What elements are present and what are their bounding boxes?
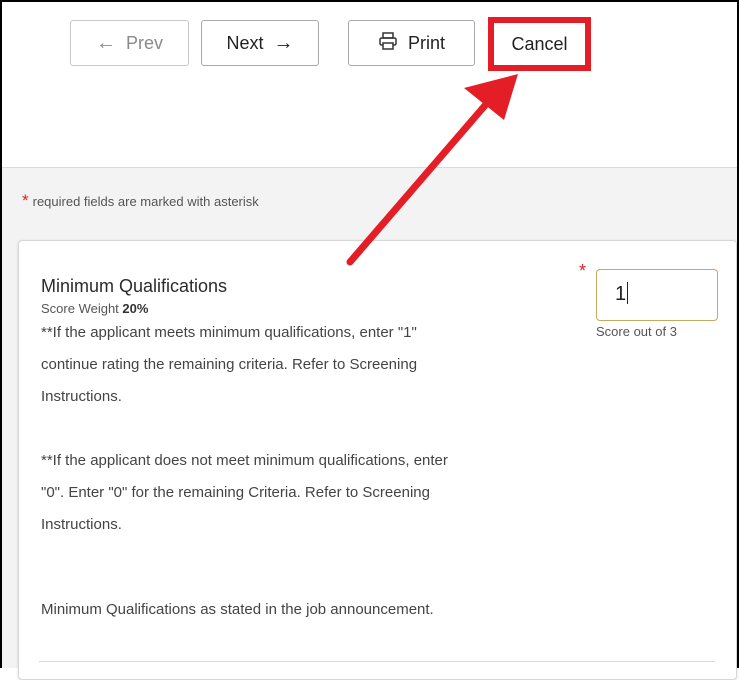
print-button[interactable]: Print	[348, 20, 475, 66]
score-weight-label: Score Weight	[41, 301, 119, 316]
required-asterisk: *	[22, 191, 29, 210]
score-required-asterisk: *	[579, 261, 587, 281]
instruction-not-meets: **If the applicant does not meet minimum…	[41, 452, 448, 533]
prev-button-label: Prev	[125, 32, 163, 53]
print-button-label: Print	[407, 32, 445, 53]
card-bottom-divider	[39, 661, 715, 662]
score-out-of-label: Score out of 3	[596, 324, 677, 339]
instruction-job-announcement: Minimum Qualifications as stated in the …	[41, 601, 434, 618]
arrow-right-icon: →	[273, 32, 294, 54]
criterion-card: Minimum Qualifications Score Weight 20% …	[18, 240, 737, 680]
cancel-button-label: Cancel	[511, 33, 568, 54]
text-caret	[627, 282, 629, 304]
score-weight-value: 20%	[122, 301, 149, 316]
score-weight: Score Weight 20%	[41, 301, 148, 316]
toolbar: ← Prev Next → Print Cancel	[0, 0, 739, 168]
required-fields-note: * required fields are marked with asteris…	[22, 191, 259, 211]
cancel-button[interactable]: Cancel	[488, 17, 591, 71]
prev-button[interactable]: ← Prev	[70, 20, 189, 66]
printer-icon	[378, 31, 398, 56]
instruction-meets: **If the applicant meets minimum qualifi…	[41, 324, 418, 405]
arrow-left-icon: ←	[95, 32, 116, 54]
score-input-value: 1	[615, 283, 627, 305]
next-button[interactable]: Next →	[201, 20, 319, 66]
next-button-label: Next	[226, 32, 264, 53]
criterion-title: Minimum Qualifications	[41, 276, 228, 296]
required-note-text: required fields are marked with asterisk	[32, 194, 259, 209]
score-input[interactable]: 1	[596, 269, 718, 321]
